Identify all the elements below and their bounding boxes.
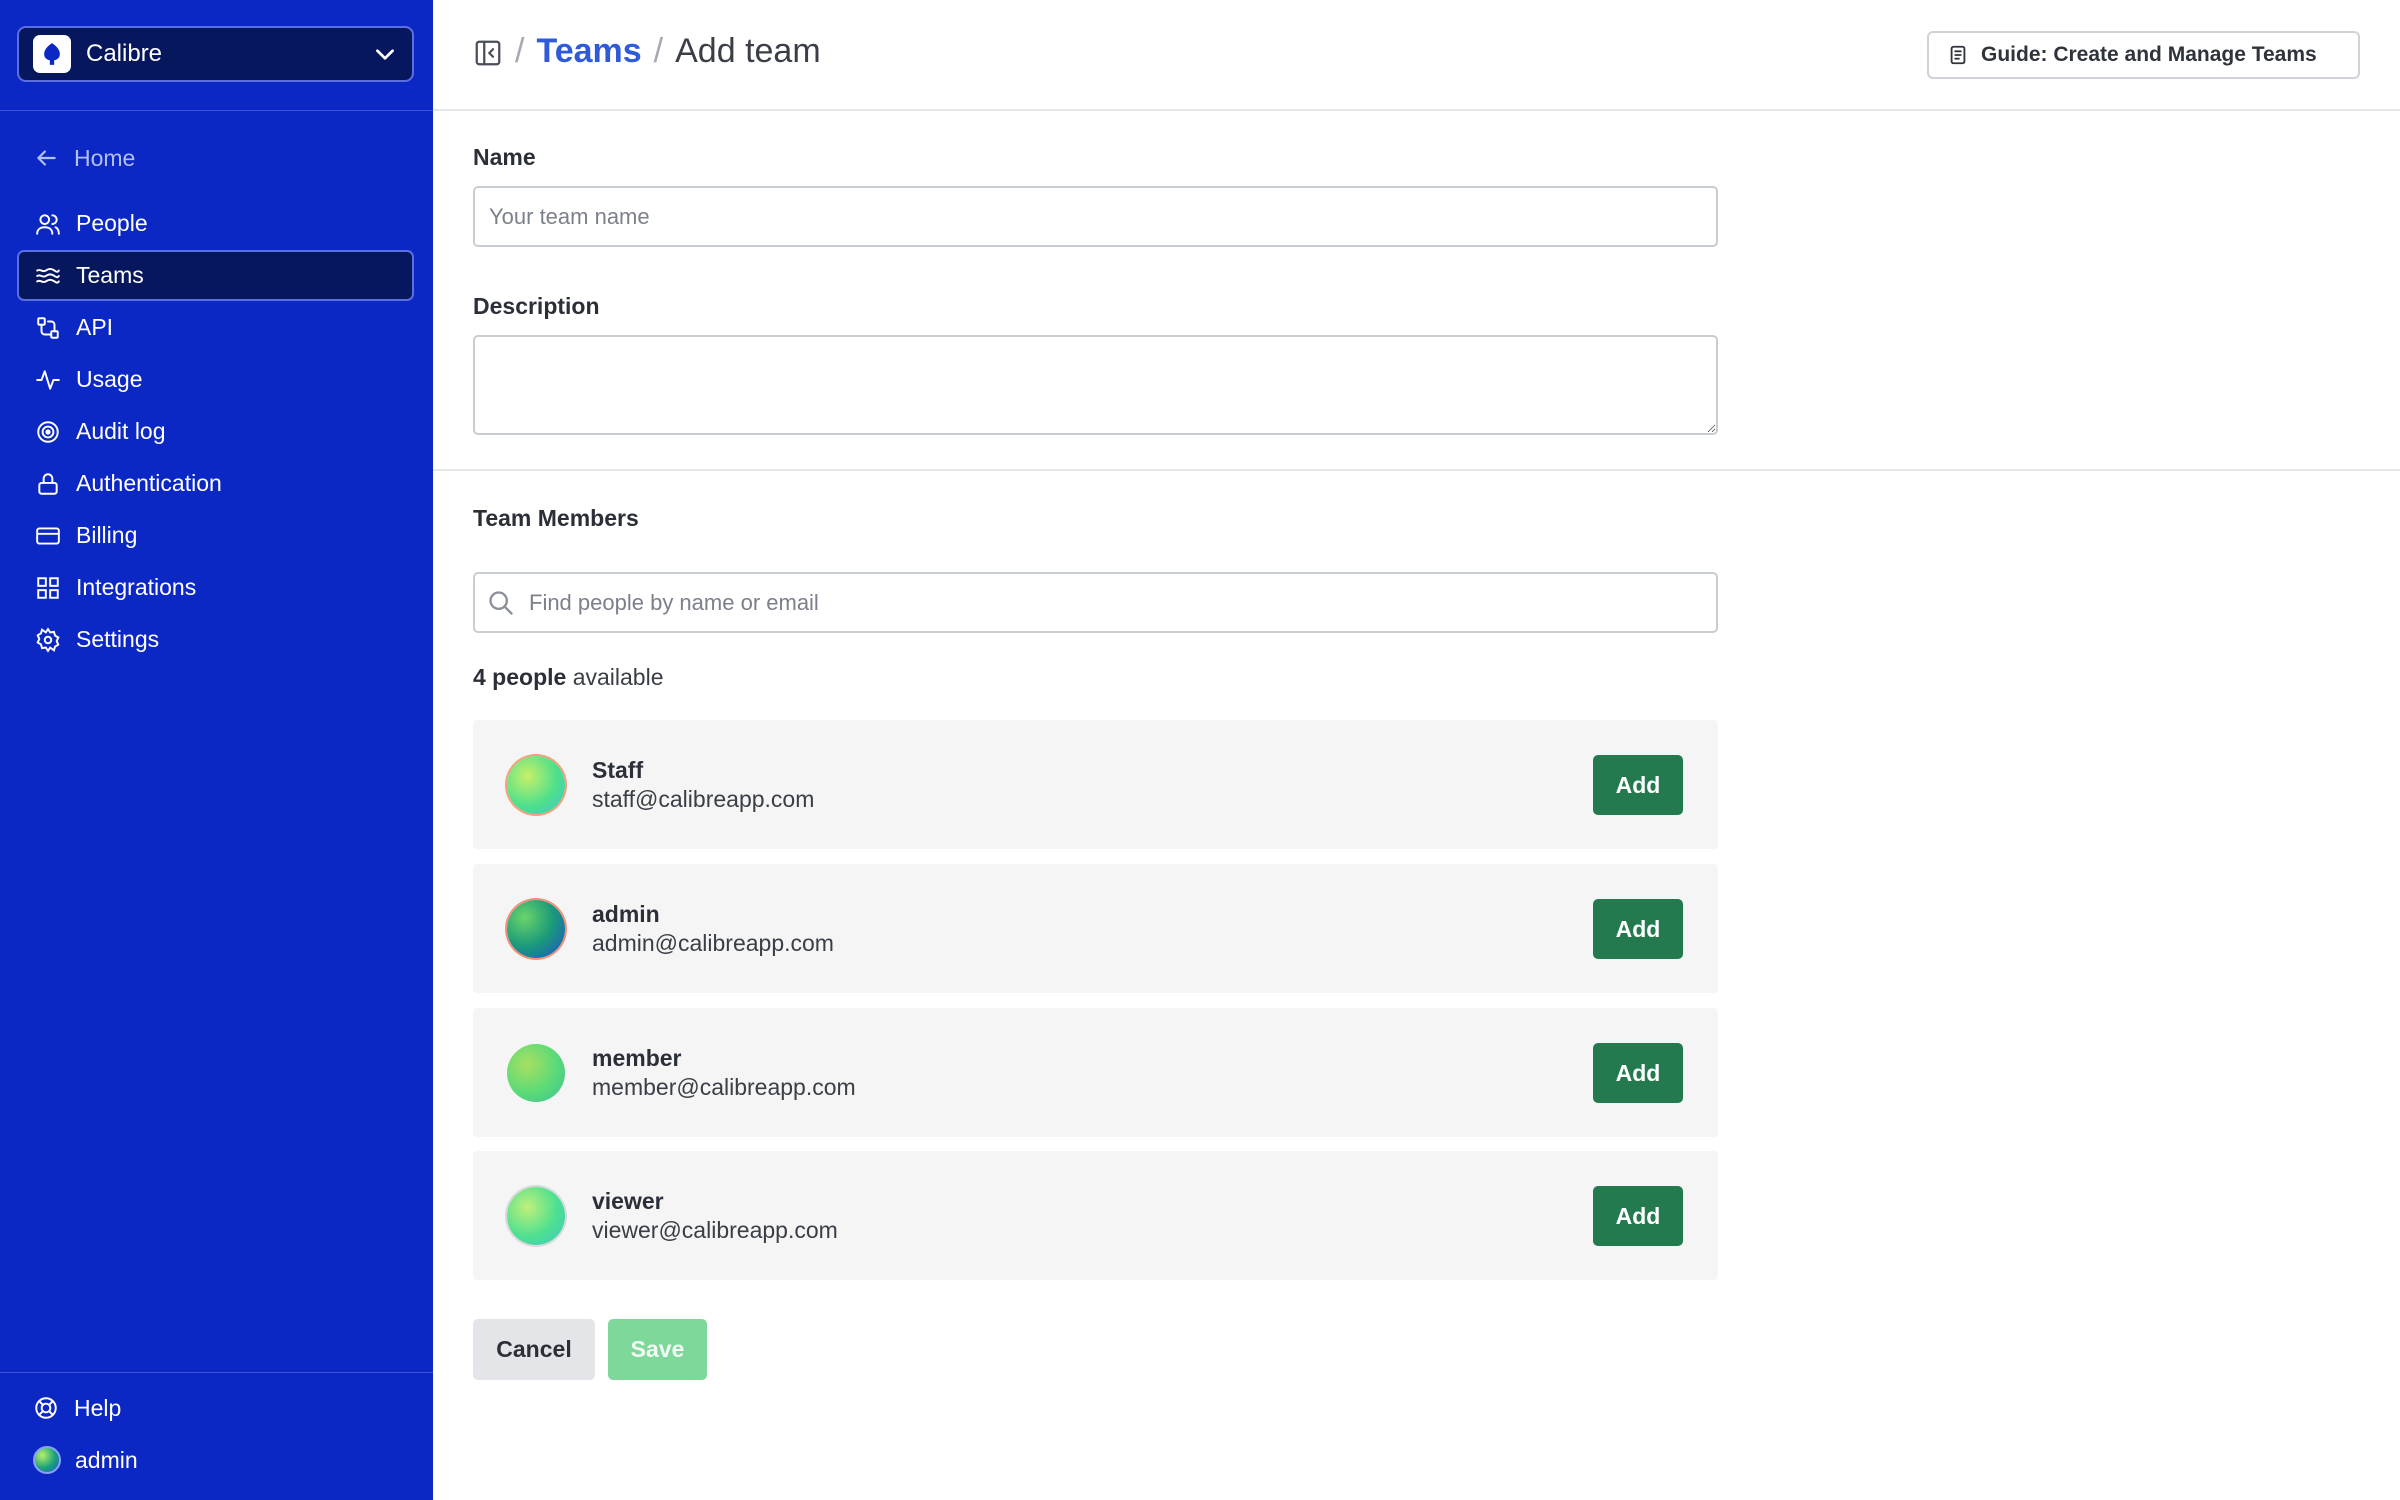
member-name: member	[592, 1045, 682, 1071]
api-icon	[37, 316, 59, 339]
avatar	[507, 900, 565, 958]
sidebar-item-home[interactable]: Home	[17, 138, 414, 178]
available-suffix: available	[566, 664, 664, 690]
team-description-textarea[interactable]	[473, 335, 1718, 435]
member-email: viewer@calibreapp.com	[592, 1217, 838, 1243]
sidebar-user-name: admin	[75, 1446, 138, 1473]
add-member-button[interactable]: Add	[1593, 899, 1683, 959]
add-member-button[interactable]: Add	[1593, 1043, 1683, 1103]
name-label: Name	[473, 144, 536, 170]
available-number: 4 people	[473, 664, 567, 690]
sidebar-item-help[interactable]: Help	[17, 1382, 414, 1434]
sidebar-item-integrations[interactable]: Integrations	[17, 562, 414, 613]
sidebar-item-label: Teams	[76, 262, 144, 288]
avatar	[507, 1044, 565, 1102]
sidebar-item-label: Help	[74, 1394, 122, 1421]
sidebar-divider	[0, 1372, 433, 1373]
avatar	[33, 1446, 61, 1474]
avatar	[507, 756, 565, 814]
member-row: viewer viewer@calibreapp.com Add	[473, 1151, 1718, 1280]
member-name: viewer	[592, 1188, 664, 1214]
member-row: admin admin@calibreapp.com Add	[473, 864, 1718, 993]
breadcrumb-separator: /	[653, 32, 664, 70]
sidebar-item-label: Integrations	[76, 574, 197, 600]
breadcrumb-teams-link[interactable]: Teams	[536, 32, 641, 71]
sidebar-item-people[interactable]: People	[17, 198, 414, 249]
breadcrumb: / Teams / Add team	[515, 32, 821, 71]
sidebar-item-teams[interactable]: Teams	[17, 250, 414, 301]
sidebar-item-label: Billing	[76, 522, 138, 548]
search-icon	[489, 591, 513, 615]
sidebar-user-menu[interactable]: admin	[17, 1434, 414, 1486]
member-search	[473, 572, 1718, 633]
guide-button[interactable]: Guide: Create and Manage Teams	[1927, 31, 2360, 79]
org-switcher[interactable]: Calibre	[17, 26, 414, 82]
add-member-button[interactable]: Add	[1593, 755, 1683, 815]
sidebar-item-label: Settings	[76, 626, 160, 652]
sidebar-item-usage[interactable]: Usage	[17, 354, 414, 405]
audit-icon	[37, 420, 59, 443]
page-header: / Teams / Add team Guide: Create and Man…	[433, 0, 2400, 111]
sidebar-item-authentication[interactable]: Authentication	[17, 458, 414, 509]
gear-icon	[36, 626, 60, 653]
document-icon	[1950, 45, 1966, 65]
member-name: Staff	[592, 757, 644, 783]
calibre-logo-icon	[33, 35, 71, 73]
sidebar: Calibre Home People Teams API Usage Audi…	[0, 0, 433, 1500]
member-name: admin	[592, 901, 660, 927]
breadcrumb-separator: /	[515, 32, 525, 70]
help-lifebuoy-icon	[35, 1397, 57, 1419]
people-icon	[36, 213, 60, 235]
save-button[interactable]: Save	[608, 1319, 707, 1380]
section-divider	[433, 469, 2400, 471]
sidebar-bottom: Help admin	[17, 1382, 414, 1486]
add-member-button[interactable]: Add	[1593, 1186, 1683, 1246]
sidebar-item-label: People	[76, 210, 148, 236]
member-search-input[interactable]	[473, 572, 1718, 633]
sidebar-item-label: Authentication	[76, 470, 222, 496]
member-email: member@calibreapp.com	[592, 1074, 856, 1100]
integrations-icon	[37, 576, 59, 599]
guide-button-label: Guide: Create and Manage Teams	[1981, 43, 2317, 66]
sidebar-item-api[interactable]: API	[17, 302, 414, 353]
team-name-input[interactable]	[473, 186, 1718, 247]
member-email: admin@calibreapp.com	[592, 930, 834, 956]
cancel-button[interactable]: Cancel	[473, 1319, 595, 1380]
page-title: Add team	[675, 32, 821, 70]
sidebar-item-audit-log[interactable]: Audit log	[17, 406, 414, 457]
org-name: Calibre	[86, 40, 163, 67]
description-label: Description	[473, 293, 600, 319]
sidebar-item-settings[interactable]: Settings	[17, 614, 414, 665]
member-row: member member@calibreapp.com Add	[473, 1008, 1718, 1137]
available-count: 4 people available	[473, 664, 664, 691]
sidebar-item-billing[interactable]: Billing	[17, 510, 414, 561]
team-members-label: Team Members	[473, 505, 639, 531]
member-email: staff@calibreapp.com	[592, 786, 815, 812]
sidebar-divider	[0, 110, 433, 111]
sidebar-item-label: Usage	[76, 366, 143, 392]
credit-card-icon	[36, 526, 60, 545]
sidebar-nav: Home People Teams API Usage Audit log Au…	[17, 138, 414, 666]
activity-icon	[36, 369, 60, 390]
lock-icon	[38, 472, 58, 495]
sidebar-collapse-icon[interactable]	[473, 38, 503, 68]
sidebar-item-label: Home	[74, 144, 136, 171]
sidebar-item-label: API	[76, 314, 114, 340]
member-row: Staff staff@calibreapp.com Add	[473, 720, 1718, 849]
chevron-down-icon	[376, 49, 394, 60]
arrow-left-icon	[37, 150, 56, 166]
teams-icon	[36, 267, 60, 284]
sidebar-item-label: Audit log	[76, 418, 166, 444]
avatar	[507, 1187, 565, 1245]
